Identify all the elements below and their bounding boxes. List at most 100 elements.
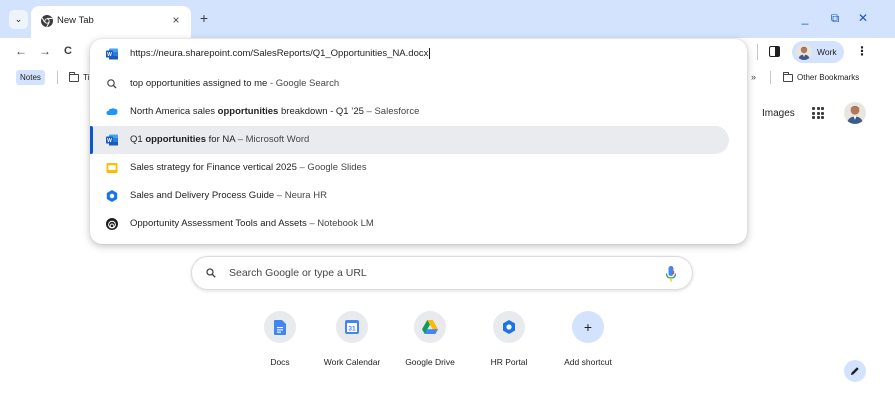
forward-arrow-icon[interactable]: → (38, 44, 52, 58)
suggestion-title: Sales and Delivery Process Guide (130, 190, 275, 201)
shortcut-tile (493, 311, 525, 343)
svg-text:W: W (107, 138, 112, 144)
minimize-icon[interactable]: _ (796, 9, 814, 27)
calendar-icon: 31 (345, 320, 359, 334)
shortcut-docs[interactable]: Docs (240, 311, 320, 367)
selection-indicator (90, 126, 93, 154)
shortcut-tile (264, 311, 296, 343)
shortcut-tile: + (572, 311, 604, 343)
suggestion-text: North America sales opportunities breakd… (130, 106, 419, 117)
omnibox-suggestion[interactable]: Opportunity Assessment Tools and Assets … (90, 210, 747, 238)
drive-icon (422, 320, 438, 334)
shortcut-work-calendar[interactable]: 31 Work Calendar (312, 311, 392, 367)
omnibox-dropdown: W https://neura.sharepoint.com/SalesRepo… (90, 39, 747, 244)
other-bookmarks[interactable]: Other Bookmarks (783, 70, 859, 85)
bookmarks-overflow-icon[interactable]: » (751, 70, 756, 85)
google-apps-icon[interactable] (812, 107, 824, 119)
bookmark-folder[interactable]: Ti (69, 70, 89, 85)
suggestion-source: – Neura HR (274, 190, 327, 201)
tab-close-icon[interactable]: × (169, 13, 183, 27)
suggestion-source: – Microsoft Word (235, 134, 310, 145)
suggestion-title: breakdown - Q1 ’25 (278, 106, 364, 117)
side-panel-icon[interactable] (769, 46, 780, 57)
suggestion-text: Sales strategy for Finance vertical 2025… (130, 162, 367, 173)
new-tab-button[interactable]: + (196, 10, 212, 26)
omnibox-suggestion[interactable]: North America sales opportunities breakd… (90, 98, 747, 126)
suggestion-title: Sales strategy for Finance vertical 2025 (130, 162, 297, 173)
suggestion-source: – Salesforce (363, 106, 420, 117)
kebab-menu-icon[interactable]: ⋮ (856, 44, 868, 58)
shortcut-label: Work Calendar (323, 357, 381, 367)
other-bookmarks-label: Other Bookmarks (797, 73, 860, 82)
calendar-day-label: 31 (348, 326, 356, 333)
reload-icon[interactable]: C (61, 44, 75, 58)
shortcut-label: Google Drive (405, 357, 455, 367)
shortcut-add[interactable]: + Add shortcut (548, 311, 628, 367)
omnibox-input[interactable]: https://neura.sharepoint.com/SalesReport… (130, 48, 431, 60)
chrome-icon (41, 15, 53, 27)
notebooklm-icon (106, 218, 118, 230)
bookmark-notes[interactable]: Notes (16, 70, 45, 85)
docs-icon (274, 319, 286, 335)
tab-search-button[interactable]: ⌄ (9, 10, 28, 29)
search-input[interactable]: Search Google or type a URL (229, 267, 367, 279)
profile-label: Work (817, 47, 837, 57)
pencil-icon (851, 367, 859, 375)
suggestion-text: Sales and Delivery Process Guide – Neura… (130, 190, 327, 201)
profile-button[interactable]: Work (792, 41, 844, 63)
chevron-down-icon: ⌄ (14, 14, 23, 24)
back-arrow-icon[interactable]: ← (14, 44, 28, 58)
suggestion-source: – Google Slides (296, 162, 367, 173)
restore-icon[interactable]: ⧉ (826, 9, 844, 27)
tab-title: New Tab (57, 15, 94, 26)
suggestion-text: Q1 opportunities for NA – Microsoft Word (130, 134, 309, 145)
omnibox-suggestion-selected[interactable]: W Q1 opportunities for NA – Microsoft Wo… (90, 126, 747, 154)
omnibox-input-value: https://neura.sharepoint.com/SalesReport… (130, 48, 429, 60)
suggestion-title: top opportunities assigned to me (130, 78, 268, 89)
browser-window: ⌄ New Tab × + _ ⧉ ✕ ← → C Work ⋮ Notes T… (0, 0, 895, 409)
svg-text:W: W (107, 52, 112, 58)
bookmark-folder-label: Ti (83, 73, 90, 82)
text-caret (429, 48, 431, 59)
suggestion-source: – Notebook LM (306, 218, 374, 229)
omnibox-suggestion[interactable]: Sales strategy for Finance vertical 2025… (90, 154, 747, 182)
customize-chrome-button[interactable] (844, 360, 866, 382)
shortcut-label: Add shortcut (564, 357, 612, 367)
suggestion-prefix: Q1 (130, 134, 146, 145)
microphone-icon[interactable] (664, 265, 678, 283)
salesforce-icon (106, 108, 118, 115)
avatar (796, 44, 812, 60)
shortcut-hr-portal[interactable]: HR Portal (469, 311, 549, 367)
suggestion-title: Opportunity Assessment Tools and Assets (130, 218, 307, 229)
shortcut-label: Docs (270, 357, 290, 367)
omnibox-input-row[interactable]: W https://neura.sharepoint.com/SalesRepo… (90, 39, 747, 69)
plus-icon: + (583, 319, 593, 335)
shortcut-tile (414, 311, 446, 343)
omnibox-suggestion[interactable]: top opportunities assigned to me - Googl… (90, 70, 747, 98)
hr-portal-icon (503, 320, 515, 334)
folder-icon (783, 71, 793, 82)
slides-icon (106, 163, 118, 173)
suggestion-title: for NA (206, 134, 236, 145)
tab-new-tab[interactable]: New Tab × (31, 6, 191, 38)
shortcuts-grid: Docs 31 Work Calendar Google Drive HR Po… (245, 311, 640, 381)
suggestion-source: - Google Search (267, 78, 340, 89)
suggestion-prefix: North America sales (130, 106, 218, 117)
ntp-search-box[interactable]: Search Google or type a URL (191, 256, 693, 290)
hr-icon (106, 190, 118, 202)
suggestion-match: opportunities (145, 134, 207, 145)
word-icon: W (106, 134, 118, 146)
folder-icon (69, 71, 79, 82)
suggestion-text: top opportunities assigned to me - Googl… (130, 78, 339, 89)
account-avatar[interactable] (844, 102, 866, 124)
shortcut-google-drive[interactable]: Google Drive (390, 311, 470, 367)
shortcut-label: HR Portal (490, 357, 528, 367)
images-link[interactable]: Images (762, 108, 795, 119)
suggestion-match: opportunities (217, 106, 279, 117)
search-icon (107, 79, 117, 89)
close-window-icon[interactable]: ✕ (854, 9, 872, 27)
bookmark-separator (57, 71, 58, 84)
word-icon: W (106, 48, 118, 60)
bookmark-separator (770, 71, 771, 84)
omnibox-suggestion[interactable]: Sales and Delivery Process Guide – Neura… (90, 182, 747, 210)
